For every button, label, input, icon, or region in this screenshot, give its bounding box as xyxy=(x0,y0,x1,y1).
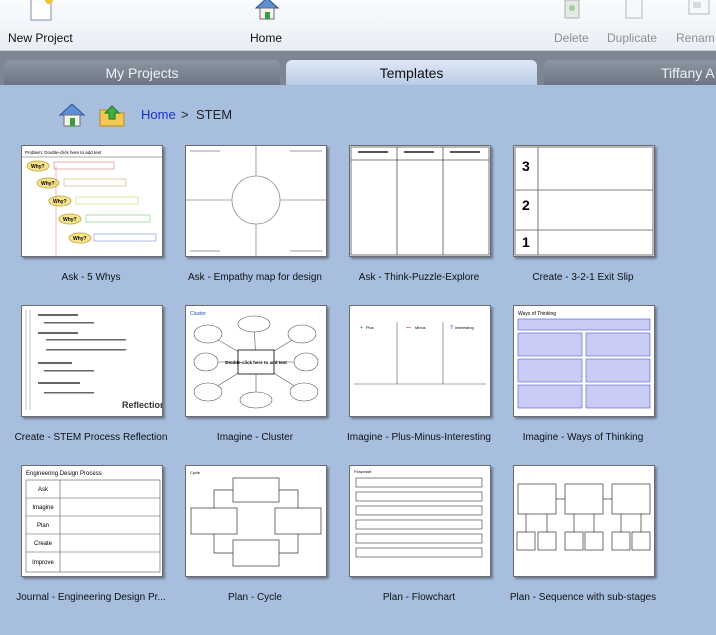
toolbar: New Project Home Delete Duplicate Renam xyxy=(0,0,716,51)
folder-up-icon[interactable] xyxy=(98,102,126,128)
template-label: Ask - Empathy map for design xyxy=(188,272,322,283)
template-imagine-cluster[interactable]: Cluster Double-click here to add text Im… xyxy=(164,300,328,452)
template-label: Plan - Cycle xyxy=(228,592,282,603)
rename-button[interactable]: Renam xyxy=(674,0,716,50)
template-imagine-ways-of-thinking[interactable]: Ways of Thinking Imagine - Ways of Think… xyxy=(492,300,656,452)
template-ask-think-puzzle-explore[interactable]: Ask - Think-Puzzle-Explore xyxy=(328,140,492,292)
new-project-button[interactable]: New Project xyxy=(0,0,82,50)
template-label: Plan - Sequence with sub-stages xyxy=(509,592,657,603)
svg-text:Ways of Thinking: Ways of Thinking xyxy=(518,311,556,317)
tab-user-label: Tiffany A xyxy=(661,64,715,81)
tab-user[interactable]: Tiffany A xyxy=(544,60,716,85)
template-thumbnail: Cluster Double-click here to add text xyxy=(185,305,327,417)
breadcrumb-separator: > xyxy=(181,107,189,122)
svg-text:Reflection: Reflection xyxy=(122,400,162,410)
svg-text:Cluster: Cluster xyxy=(190,311,206,317)
template-journal-engineering-design[interactable]: Engineering Design Process Ask Imagine P… xyxy=(0,460,166,612)
template-thumbnail: + Plus — Minus ? Interesting xyxy=(349,305,491,417)
svg-text:Why?: Why? xyxy=(63,217,77,223)
svg-text:Ask: Ask xyxy=(38,487,49,493)
svg-text:Why?: Why? xyxy=(53,199,67,205)
home-icon xyxy=(254,0,280,20)
svg-text:Cycle: Cycle xyxy=(190,470,201,475)
template-plan-flowchart[interactable]: Flowchart Plan - Flowchart xyxy=(328,460,492,612)
svg-text:Plus: Plus xyxy=(366,325,374,330)
template-label: Create - 3-2-1 Exit Slip xyxy=(532,272,634,283)
thumb-title: Problem: Double-click here to add text xyxy=(25,150,102,155)
home-button[interactable]: Home xyxy=(244,0,290,50)
template-thumbnail xyxy=(349,145,491,257)
svg-text:2: 2 xyxy=(522,197,530,213)
tab-bar: My Projects Templates Tiffany A xyxy=(0,51,716,85)
template-thumbnail xyxy=(185,145,327,257)
breadcrumb-home-link[interactable]: Home xyxy=(141,107,176,122)
template-label: Imagine - Ways of Thinking xyxy=(522,432,644,443)
svg-text:+: + xyxy=(360,325,363,331)
template-thumbnail: Engineering Design Process Ask Imagine P… xyxy=(21,465,163,577)
svg-text:Engineering Design Process: Engineering Design Process xyxy=(26,471,102,477)
template-thumbnail: 3 2 1 xyxy=(513,145,655,257)
tab-my-projects[interactable]: My Projects xyxy=(4,60,280,85)
template-label: Imagine - Cluster xyxy=(216,432,294,443)
svg-text:Double-click here to add text: Double-click here to add text xyxy=(225,360,287,365)
duplicate-icon xyxy=(625,0,643,19)
template-create-stem-reflection[interactable]: Reflection Create - STEM Process Reflect… xyxy=(0,300,167,452)
breadcrumb: Home > STEM xyxy=(0,98,716,132)
template-thumbnail xyxy=(513,465,655,577)
template-label: Imagine - Plus-Minus-Interesting xyxy=(347,432,491,443)
svg-text:—: — xyxy=(406,325,411,331)
template-thumbnail: Reflection xyxy=(21,305,163,417)
svg-text:Why?: Why? xyxy=(41,181,55,187)
template-label: Ask - 5 Whys xyxy=(61,272,121,283)
template-label: Plan - Flowchart xyxy=(382,592,456,603)
duplicate-button[interactable]: Duplicate xyxy=(604,0,662,50)
template-thumbnail: Problem: Double-click here to add text W… xyxy=(21,145,163,257)
new-project-label: New Project xyxy=(8,31,73,45)
template-label: Create - STEM Process Reflection xyxy=(14,432,168,443)
svg-text:Plan: Plan xyxy=(37,523,49,529)
svg-text:Imagine: Imagine xyxy=(32,505,54,511)
svg-text:Improve: Improve xyxy=(32,560,54,566)
template-thumbnail: Flowchart xyxy=(349,465,491,577)
template-create-exit-slip[interactable]: 3 2 1 Create - 3-2-1 Exit Slip xyxy=(492,140,656,292)
breadcrumb-current: STEM xyxy=(196,107,233,122)
home-nav-icon[interactable] xyxy=(58,102,86,128)
svg-text:Why?: Why? xyxy=(73,236,87,242)
template-plan-sequence-substages[interactable]: Plan - Sequence with sub-stages xyxy=(492,460,656,612)
template-ask-5-whys[interactable]: Problem: Double-click here to add text W… xyxy=(0,140,164,292)
template-imagine-pmi[interactable]: + Plus — Minus ? Interesting Imagine - P… xyxy=(328,300,492,452)
svg-text:Create: Create xyxy=(34,541,53,547)
delete-button[interactable]: Delete xyxy=(550,0,594,50)
template-thumbnail: Ways of Thinking xyxy=(513,305,655,417)
tab-templates[interactable]: Templates xyxy=(286,60,537,85)
svg-text:Why?: Why? xyxy=(31,164,45,170)
template-plan-cycle[interactable]: Cycle Plan - Cycle xyxy=(164,460,328,612)
template-label: Ask - Think-Puzzle-Explore xyxy=(358,272,480,283)
svg-text:Interesting: Interesting xyxy=(455,325,474,330)
new-project-icon xyxy=(30,0,53,21)
trash-icon xyxy=(564,0,580,19)
template-label: Journal - Engineering Design Pr... xyxy=(16,592,166,603)
delete-label: Delete xyxy=(554,31,589,45)
duplicate-label: Duplicate xyxy=(607,31,658,45)
template-ask-empathy-map[interactable]: Ask - Empathy map for design xyxy=(164,140,328,292)
rename-icon xyxy=(688,0,710,15)
svg-text:Flowchart: Flowchart xyxy=(354,469,372,474)
rename-label: Renam xyxy=(676,31,715,45)
home-label: Home xyxy=(250,31,283,45)
template-thumbnail: Cycle xyxy=(185,465,327,577)
svg-text:3: 3 xyxy=(522,158,530,174)
svg-text:Minus: Minus xyxy=(415,325,426,330)
svg-text:?: ? xyxy=(450,325,453,331)
svg-text:1: 1 xyxy=(522,234,530,250)
